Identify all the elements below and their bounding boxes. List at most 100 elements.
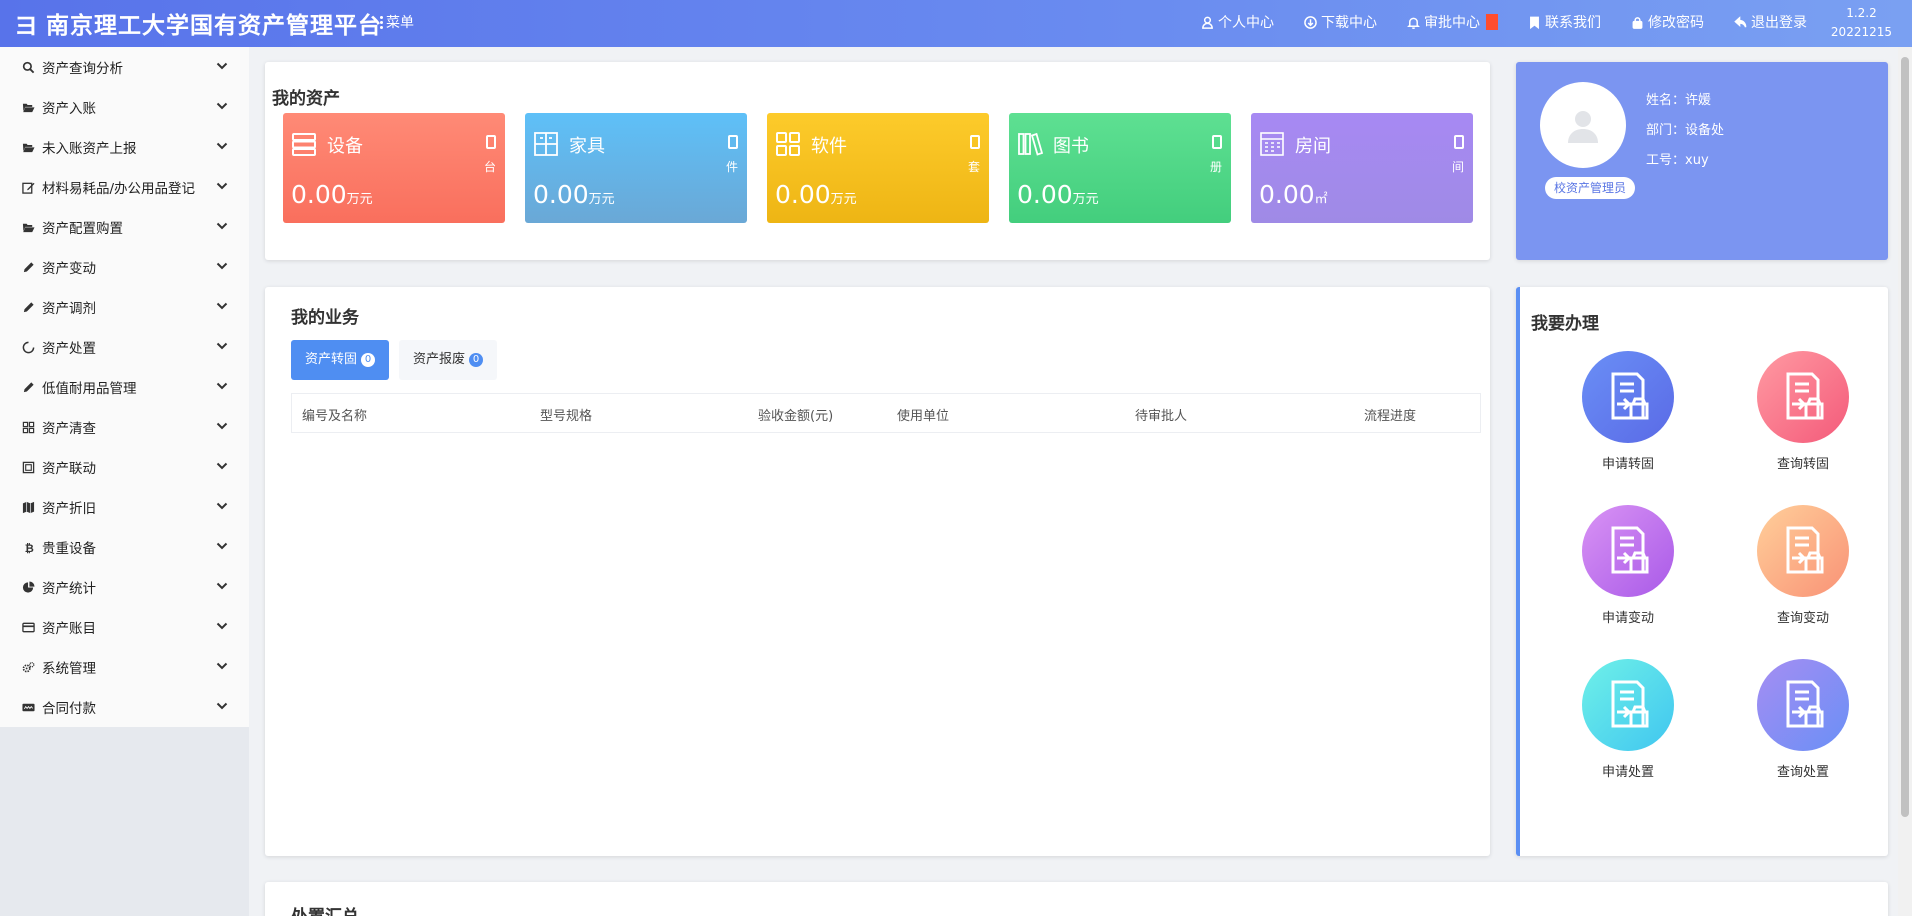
quick-action-button[interactable]: 查询处置 bbox=[1743, 659, 1863, 780]
nav-download-center[interactable]: 下载中心 bbox=[1304, 12, 1377, 32]
sidebar-item-label: 合同付款 bbox=[42, 701, 96, 717]
sidebar-item[interactable]: 低值耐用品管理 bbox=[0, 367, 249, 407]
asset-card-value-unit: 万元 bbox=[588, 192, 615, 207]
asset-card[interactable]: 软件套 0.00万元 bbox=[767, 113, 989, 223]
column-header-pending-approver[interactable]: 待审批人 bbox=[1135, 405, 1187, 424]
sidebar-item[interactable]: 资产联动 bbox=[0, 447, 249, 487]
asset-card[interactable]: 房间间 0.00㎡ bbox=[1251, 113, 1473, 223]
scrollbar-thumb[interactable] bbox=[1901, 57, 1909, 817]
pencil-icon bbox=[20, 300, 36, 314]
column-header-model-spec[interactable]: 型号规格 bbox=[540, 405, 592, 424]
menu-toggle-button[interactable]: 菜单 bbox=[380, 12, 414, 32]
default-avatar-icon bbox=[1568, 111, 1598, 143]
tab-count-badge: 0 bbox=[361, 353, 376, 367]
sidebar-item[interactable]: 资产调剂 bbox=[0, 287, 249, 327]
nav-logout[interactable]: 退出登录 bbox=[1734, 12, 1807, 32]
sidebar-item[interactable]: 系统管理 bbox=[0, 647, 249, 687]
profile-id-row: 工号：xuy bbox=[1646, 146, 1724, 176]
page-scrollbar[interactable] bbox=[1898, 47, 1912, 916]
pie-chart-icon bbox=[20, 580, 36, 594]
nav-change-password[interactable]: 修改密码 bbox=[1631, 12, 1704, 32]
sidebar-item[interactable]: ₿ 贵重设备 bbox=[0, 527, 249, 567]
quick-action-label: 查询变动 bbox=[1776, 611, 1829, 626]
chevron-down-icon bbox=[216, 582, 228, 590]
sidebar-item[interactable]: 资产处置 bbox=[0, 327, 249, 367]
tab-asset-scrapping[interactable]: 资产报废 0 bbox=[399, 340, 498, 380]
chevron-down-icon bbox=[216, 262, 228, 270]
bitcoin-icon: ₿ bbox=[20, 540, 36, 554]
quick-action-circle bbox=[1757, 659, 1849, 751]
download-icon bbox=[1304, 15, 1317, 29]
asset-card-value-unit: 万元 bbox=[1072, 192, 1099, 207]
sidebar-item-label: 资产处置 bbox=[42, 341, 96, 357]
sidebar-item[interactable]: 材料易耗品/办公用品登记 bbox=[0, 167, 249, 207]
apps-icon bbox=[775, 131, 801, 157]
sidebar-item[interactable]: 未入账资产上报 bbox=[0, 127, 249, 167]
map-icon bbox=[20, 500, 36, 514]
profile-dept: 设备处 bbox=[1685, 123, 1725, 138]
document-transfer-icon bbox=[1786, 372, 1824, 420]
bookmark-icon bbox=[1530, 16, 1539, 29]
sidebar-item-label: 资产调剂 bbox=[42, 301, 96, 317]
sidebar-item-label: 资产账目 bbox=[42, 621, 96, 637]
sidebar-item[interactable]: 资产折旧 bbox=[0, 487, 249, 527]
quick-action-label: 申请处置 bbox=[1601, 765, 1654, 780]
asset-card-unit: 间 bbox=[1451, 160, 1464, 174]
quick-action-button[interactable]: 查询变动 bbox=[1743, 505, 1863, 626]
asset-card-value: 0.00万元 bbox=[533, 180, 615, 209]
column-header-code-name[interactable]: 编号及名称 bbox=[302, 405, 367, 424]
asset-card-value-unit: ㎡ bbox=[1314, 192, 1328, 207]
mobile-icon bbox=[970, 135, 980, 149]
sidebar-item[interactable]: 资产入账 bbox=[0, 87, 249, 127]
asset-card-amount: 0.00 bbox=[775, 180, 831, 209]
grid-icon bbox=[20, 420, 36, 434]
version-info: 1.2.2 20221215 bbox=[1831, 4, 1892, 42]
asset-card-amount: 0.00 bbox=[533, 180, 589, 209]
quick-action-button[interactable]: 查询转固 bbox=[1743, 351, 1863, 472]
asset-card[interactable]: 家具件 0.00万元 bbox=[525, 113, 747, 223]
tab-asset-capitalization[interactable]: 资产转固 0 bbox=[291, 340, 390, 380]
pencil-icon bbox=[20, 260, 36, 274]
sidebar-item[interactable]: 资产账目 bbox=[0, 607, 249, 647]
building-icon bbox=[1259, 131, 1285, 157]
sidebar-item[interactable]: 资产统计 bbox=[0, 567, 249, 607]
my-business-title: 我的业务 bbox=[291, 308, 359, 328]
column-header-amount[interactable]: 验收金额(元) bbox=[758, 405, 833, 424]
sidebar-item[interactable]: 资产清查 bbox=[0, 407, 249, 447]
nav-personal-center[interactable]: 个人中心 bbox=[1201, 12, 1274, 32]
mobile-icon bbox=[1454, 135, 1464, 149]
asset-card[interactable]: 图书册 0.00万元 bbox=[1009, 113, 1231, 223]
role-badge: 校资产管理员 bbox=[1545, 177, 1636, 199]
sidebar-item-label: 资产查询分析 bbox=[42, 61, 123, 77]
sidebar-item-label: 资产折旧 bbox=[42, 501, 96, 517]
nav-contact-us[interactable]: 联系我们 bbox=[1528, 12, 1601, 32]
quick-action-circle bbox=[1582, 659, 1674, 751]
sidebar-item[interactable]: 资产配置购置 bbox=[0, 207, 249, 247]
profile-id: xuy bbox=[1685, 153, 1709, 168]
sidebar-item[interactable]: 合同付款 bbox=[0, 687, 249, 727]
sidebar-item-label: 系统管理 bbox=[42, 661, 96, 677]
lock-icon bbox=[1632, 16, 1643, 29]
quick-action-button[interactable]: 申请变动 bbox=[1568, 505, 1688, 626]
sidebar-item[interactable]: 资产查询分析 bbox=[0, 47, 249, 87]
nav-approval-center[interactable]: 审批中心 bbox=[1407, 12, 1498, 32]
column-header-progress[interactable]: 流程进度 bbox=[1364, 405, 1416, 424]
asset-card-name: 软件 bbox=[811, 136, 847, 157]
bell-icon bbox=[1407, 17, 1420, 29]
brand[interactable]: ヨ 南京理工大学国有资产管理平台 bbox=[14, 6, 382, 40]
quick-action-button[interactable]: 申请处置 bbox=[1568, 659, 1688, 780]
chevron-down-icon bbox=[216, 342, 228, 350]
quick-action-button[interactable]: 申请转固 bbox=[1568, 351, 1688, 472]
asset-card-unit: 台 bbox=[483, 160, 496, 174]
avatar[interactable] bbox=[1540, 82, 1626, 168]
kebab-menu-icon bbox=[380, 15, 383, 29]
nav-link-label: 审批中心 bbox=[1424, 15, 1480, 31]
profile-id-label: 工号： bbox=[1646, 153, 1686, 168]
sidebar-item-label: 资产变动 bbox=[42, 261, 96, 277]
folder-open-icon bbox=[20, 220, 36, 234]
sidebar-item[interactable]: 资产变动 bbox=[0, 247, 249, 287]
books-icon bbox=[1017, 131, 1044, 157]
asset-card[interactable]: 设备台 0.00万元 bbox=[283, 113, 505, 223]
column-header-using-unit[interactable]: 使用单位 bbox=[897, 405, 949, 424]
chevron-down-icon bbox=[216, 382, 228, 390]
